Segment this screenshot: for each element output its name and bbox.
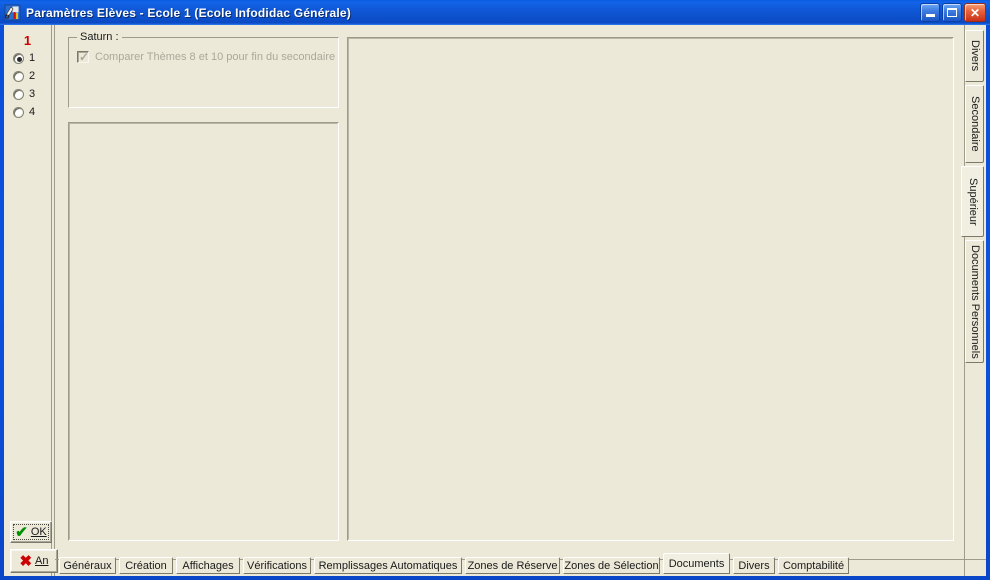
close-button[interactable]: ✕ bbox=[964, 3, 986, 22]
app-icon bbox=[4, 4, 21, 21]
right-content-panel bbox=[347, 37, 954, 541]
cancel-button[interactable]: ✖ An bbox=[10, 549, 58, 573]
title-bar[interactable]: Paramètres Elèves - Ecole 1 (Ecole Infod… bbox=[0, 0, 990, 25]
radio-option-1[interactable]: 1 bbox=[13, 52, 35, 64]
saturn-groupbox-legend: Saturn : bbox=[77, 31, 122, 43]
sidebar-divider-2 bbox=[51, 25, 52, 576]
tab-documents[interactable]: Documents bbox=[663, 553, 730, 574]
vtab-divers[interactable]: Divers bbox=[965, 30, 984, 82]
tab-affichages[interactable]: Affichages bbox=[176, 557, 240, 574]
cancel-button-label: An bbox=[35, 555, 49, 567]
right-content-panel-inner bbox=[348, 38, 953, 540]
radio-indicator[interactable] bbox=[13, 88, 24, 100]
window-title: Paramètres Elèves - Ecole 1 (Ecole Infod… bbox=[26, 5, 351, 20]
vtab-secondaire[interactable]: Secondaire bbox=[965, 85, 984, 163]
tab-comptabilite[interactable]: Comptabilité bbox=[778, 557, 849, 574]
radio-option-4[interactable]: 4 bbox=[13, 106, 35, 118]
tab-creation[interactable]: Création bbox=[119, 557, 173, 574]
ok-button[interactable]: ✔ OK bbox=[10, 521, 52, 543]
radio-indicator[interactable] bbox=[13, 106, 24, 118]
radio-label: 4 bbox=[29, 106, 36, 118]
compare-themes-checkbox: ✓ Comparer Thèmes 8 et 10 pour fin du se… bbox=[77, 50, 336, 64]
maximize-button[interactable] bbox=[942, 3, 962, 22]
focus-ring bbox=[13, 524, 49, 540]
radio-indicator[interactable] bbox=[13, 70, 24, 82]
checkbox-label: Comparer Thèmes 8 et 10 pour fin du seco… bbox=[95, 51, 336, 63]
radio-option-2[interactable]: 2 bbox=[13, 70, 35, 82]
left-sidebar: 1 1 2 3 4 ✔ OK ✖ An bbox=[4, 25, 58, 576]
radio-label: 2 bbox=[29, 70, 36, 82]
tab-generaux[interactable]: Généraux bbox=[59, 557, 116, 574]
checkbox-indicator: ✓ bbox=[77, 50, 90, 64]
red-x-icon: ✖ bbox=[19, 552, 33, 570]
radio-option-3[interactable]: 3 bbox=[13, 88, 35, 100]
left-content-panel bbox=[68, 122, 339, 541]
saturn-groupbox: Saturn : ✓ Comparer Thèmes 8 et 10 pour … bbox=[68, 31, 339, 108]
radio-label: 3 bbox=[29, 88, 36, 100]
vtab-superieur[interactable]: Supérieur bbox=[961, 166, 984, 237]
tab-zones-de-selection[interactable]: Zones de Sélection bbox=[563, 557, 660, 574]
tab-divers[interactable]: Divers bbox=[733, 557, 775, 574]
radio-indicator[interactable] bbox=[13, 52, 24, 64]
minimize-button[interactable] bbox=[920, 3, 940, 22]
client-area: 1 1 2 3 4 ✔ OK ✖ An Saturn: ✓ Comparer … bbox=[4, 25, 986, 576]
panel-number-label: 1 bbox=[23, 33, 32, 48]
tab-zones-de-reserve[interactable]: Zones de Réserve bbox=[465, 557, 560, 574]
tab-verifications[interactable]: Vérifications bbox=[243, 557, 311, 574]
bottom-tab-bar: Généraux Création Affichages Vérificatio… bbox=[55, 549, 986, 576]
right-tab-bar: Divers Secondaire Supérieur Documents Pe… bbox=[961, 25, 986, 576]
window-controls: ✕ bbox=[920, 3, 990, 22]
sidebar-divider bbox=[54, 25, 55, 576]
radio-label: 1 bbox=[29, 52, 36, 64]
tab-remplissages-automatiques[interactable]: Remplissages Automatiques bbox=[314, 557, 462, 574]
application-window: Paramètres Elèves - Ecole 1 (Ecole Infod… bbox=[0, 0, 990, 580]
vtab-documents-personnels[interactable]: Documents Personnels bbox=[965, 240, 984, 363]
left-content-panel-inner bbox=[69, 123, 338, 540]
